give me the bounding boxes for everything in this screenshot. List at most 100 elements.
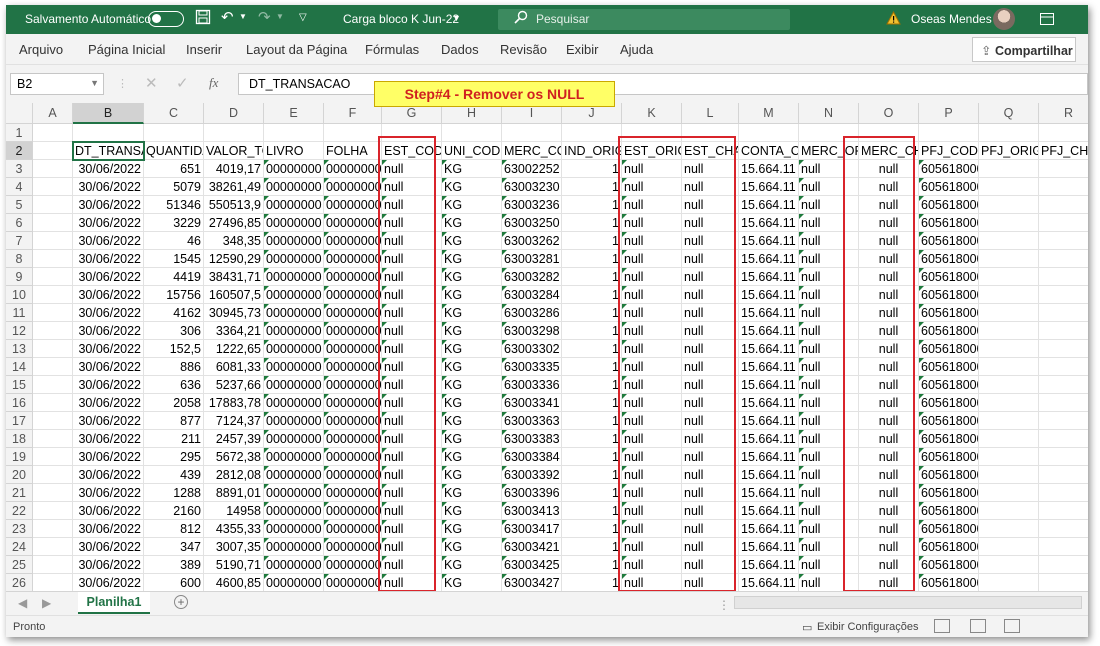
row-header[interactable]: 5 (6, 196, 33, 214)
cell-a25[interactable] (33, 556, 73, 574)
cell-f20[interactable]: 00000000 (324, 466, 382, 484)
cell-h18[interactable]: KG (442, 430, 502, 448)
cell-l1[interactable] (682, 124, 739, 142)
cell-l19[interactable]: null (682, 448, 739, 466)
cell-b19[interactable]: 30/06/2022 (73, 448, 144, 466)
cell-d9[interactable]: 38431,71 (204, 268, 264, 286)
row-header[interactable]: 6 (6, 214, 33, 232)
cell-r24[interactable] (1039, 538, 1088, 556)
cell-e7[interactable]: 00000000 (264, 232, 324, 250)
cell-k6[interactable]: null (622, 214, 682, 232)
row-header[interactable]: 25 (6, 556, 33, 574)
cell-a15[interactable] (33, 376, 73, 394)
avatar[interactable] (993, 8, 1015, 30)
cell-j20[interactable]: 1 (562, 466, 622, 484)
cell-a6[interactable] (33, 214, 73, 232)
cell-g2[interactable]: EST_CODI (382, 142, 442, 160)
column-header-k[interactable]: K (622, 103, 682, 124)
column-header-b[interactable]: B (73, 103, 144, 124)
cell-q15[interactable] (979, 376, 1039, 394)
cell-b23[interactable]: 30/06/2022 (73, 520, 144, 538)
cell-o8[interactable]: null (859, 250, 919, 268)
row-header[interactable]: 17 (6, 412, 33, 430)
cell-c11[interactable]: 4162 (144, 304, 204, 322)
cell-i22[interactable]: 63003413 (502, 502, 562, 520)
cell-m15[interactable]: 15.664.11 (739, 376, 799, 394)
cell-b12[interactable]: 30/06/2022 (73, 322, 144, 340)
cell-p23[interactable]: 60561800000294 (919, 520, 979, 538)
cell-e13[interactable]: 00000000 (264, 340, 324, 358)
cell-e1[interactable] (264, 124, 324, 142)
cell-g11[interactable]: null (382, 304, 442, 322)
cell-q22[interactable] (979, 502, 1039, 520)
insert-function-icon[interactable]: fx (209, 75, 218, 91)
cell-h2[interactable]: UNI_CODI (442, 142, 502, 160)
cell-d21[interactable]: 8891,01 (204, 484, 264, 502)
page-break-view-icon[interactable] (1004, 619, 1020, 633)
cell-e4[interactable]: 00000000 (264, 178, 324, 196)
cell-i20[interactable]: 63003392 (502, 466, 562, 484)
cell-l8[interactable]: null (682, 250, 739, 268)
cell-n18[interactable]: null (799, 430, 859, 448)
cell-q14[interactable] (979, 358, 1039, 376)
cell-b26[interactable]: 30/06/2022 (73, 574, 144, 591)
cell-h12[interactable]: KG (442, 322, 502, 340)
column-header-n[interactable]: N (799, 103, 859, 124)
cell-q12[interactable] (979, 322, 1039, 340)
cell-a14[interactable] (33, 358, 73, 376)
cell-a16[interactable] (33, 394, 73, 412)
cell-r9[interactable] (1039, 268, 1088, 286)
cell-o7[interactable]: null (859, 232, 919, 250)
cell-c10[interactable]: 15756 (144, 286, 204, 304)
cell-g20[interactable]: null (382, 466, 442, 484)
cell-c5[interactable]: 51346 (144, 196, 204, 214)
row-header[interactable]: 26 (6, 574, 33, 591)
normal-view-icon[interactable] (934, 619, 950, 633)
cell-d8[interactable]: 12590,29 (204, 250, 264, 268)
cell-j6[interactable]: 1 (562, 214, 622, 232)
cell-j4[interactable]: 1 (562, 178, 622, 196)
horizontal-scrollbar[interactable] (734, 596, 1082, 609)
cell-r26[interactable] (1039, 574, 1088, 591)
cell-m23[interactable]: 15.664.11 (739, 520, 799, 538)
cell-j13[interactable]: 1 (562, 340, 622, 358)
cell-d24[interactable]: 3007,35 (204, 538, 264, 556)
row-header[interactable]: 22 (6, 502, 33, 520)
cell-g17[interactable]: null (382, 412, 442, 430)
cell-f4[interactable]: 00000000 (324, 178, 382, 196)
cell-c13[interactable]: 152,5 (144, 340, 204, 358)
cell-d7[interactable]: 348,35 (204, 232, 264, 250)
cell-l18[interactable]: null (682, 430, 739, 448)
cell-m25[interactable]: 15.664.11 (739, 556, 799, 574)
cell-d16[interactable]: 17883,78 (204, 394, 264, 412)
cell-n22[interactable]: null (799, 502, 859, 520)
cell-l15[interactable]: null (682, 376, 739, 394)
column-header-c[interactable]: C (144, 103, 204, 124)
cell-h21[interactable]: KG (442, 484, 502, 502)
cell-q17[interactable] (979, 412, 1039, 430)
cell-j19[interactable]: 1 (562, 448, 622, 466)
cell-k7[interactable]: null (622, 232, 682, 250)
cell-q13[interactable] (979, 340, 1039, 358)
cell-k15[interactable]: null (622, 376, 682, 394)
cell-n24[interactable]: null (799, 538, 859, 556)
cell-l12[interactable]: null (682, 322, 739, 340)
cell-a20[interactable] (33, 466, 73, 484)
cell-g25[interactable]: null (382, 556, 442, 574)
cell-i16[interactable]: 63003341 (502, 394, 562, 412)
warning-icon[interactable] (886, 10, 901, 29)
cell-i10[interactable]: 63003284 (502, 286, 562, 304)
cell-o10[interactable]: null (859, 286, 919, 304)
cell-a24[interactable] (33, 538, 73, 556)
cell-k14[interactable]: null (622, 358, 682, 376)
display-settings-icon[interactable]: ▭ (802, 621, 812, 634)
cell-q26[interactable] (979, 574, 1039, 591)
cell-c17[interactable]: 877 (144, 412, 204, 430)
cell-f22[interactable]: 00000000 (324, 502, 382, 520)
cell-c24[interactable]: 347 (144, 538, 204, 556)
cell-b15[interactable]: 30/06/2022 (73, 376, 144, 394)
cell-i5[interactable]: 63003236 (502, 196, 562, 214)
row-header[interactable]: 24 (6, 538, 33, 556)
cell-r19[interactable] (1039, 448, 1088, 466)
cell-e16[interactable]: 00000000 (264, 394, 324, 412)
